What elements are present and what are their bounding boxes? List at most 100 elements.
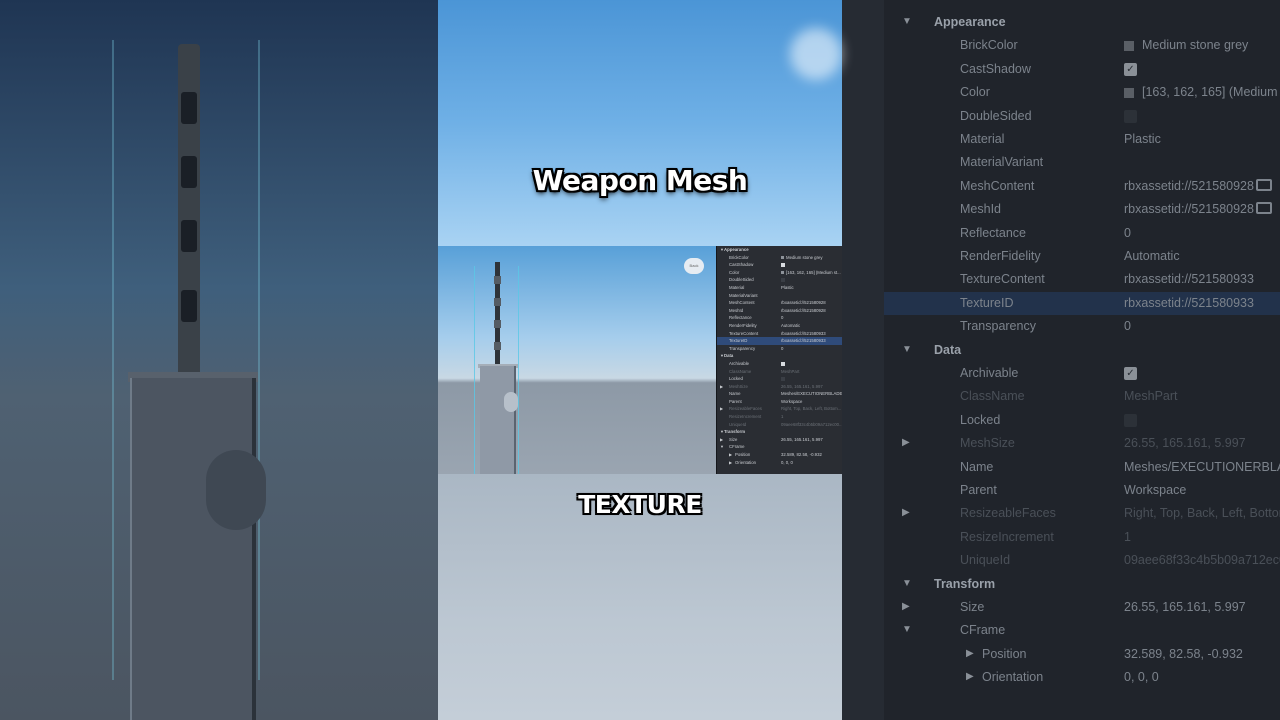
property-row-doublesided[interactable]: DoubleSided xyxy=(884,105,1280,128)
property-row-renderfidelity[interactable]: RenderFidelity Automatic xyxy=(884,245,1280,268)
folder-icon[interactable] xyxy=(1256,202,1272,215)
collapse-arrow-icon[interactable]: ▼ xyxy=(902,344,912,355)
property-row-meshsize[interactable]: ▶ MeshSize 26.55, 165.161, 5.997 xyxy=(717,383,842,391)
property-value[interactable]: Meshes/EXECUTIONERBLADE (1) xyxy=(1124,460,1280,474)
sword-blade[interactable] xyxy=(480,366,516,474)
expand-arrow-icon[interactable]: ▶ xyxy=(966,671,974,682)
property-value[interactable]: Workspace xyxy=(1124,483,1186,497)
property-row-renderfidelity[interactable]: RenderFidelity Automatic xyxy=(717,322,842,330)
property-row-size[interactable]: ▶ Size 26.55, 165.161, 5.997 xyxy=(717,436,842,444)
property-value[interactable]: MeshPart xyxy=(1124,389,1178,403)
property-value[interactable]: 26.55, 165.161, 5.997 xyxy=(781,437,823,442)
section-header-transform[interactable]: ▼ Transform xyxy=(884,573,1280,596)
property-value[interactable]: 09aee68f33c4b5b09a712ec00... xyxy=(1124,553,1280,567)
checkbox-checked-icon[interactable]: ✓ xyxy=(1124,63,1137,76)
property-row-castshadow[interactable]: CastShadow xyxy=(717,261,842,269)
checkbox-unchecked-icon[interactable] xyxy=(1124,109,1137,123)
property-value[interactable] xyxy=(1124,413,1137,427)
property-row-color[interactable]: Color [163, 162, 165] (Medium st... xyxy=(717,269,842,277)
section-header-appearance[interactable]: ▼ Appearance xyxy=(717,246,842,254)
property-row-cframe[interactable]: ▼ CFrame xyxy=(717,443,842,451)
expand-arrow-icon[interactable]: ▶ xyxy=(720,406,723,411)
property-value[interactable]: 09aee68f33c4b5b09a712ec00... xyxy=(781,422,842,427)
property-row-brickcolor[interactable]: BrickColor Medium stone grey xyxy=(717,254,842,262)
collapse-arrow-icon[interactable]: ▼ xyxy=(720,444,724,449)
property-row-meshid[interactable]: MeshId rbxassetid://521580928 xyxy=(884,198,1280,221)
checkbox-checked-icon[interactable] xyxy=(781,361,785,366)
property-row-castshadow[interactable]: CastShadow ✓ xyxy=(884,58,1280,81)
property-row-color[interactable]: Color [163, 162, 165] (Medium st... xyxy=(884,81,1280,104)
property-value[interactable] xyxy=(781,376,785,381)
property-row-orientation[interactable]: ▶ Orientation 0, 0, 0 xyxy=(884,666,1280,689)
property-value[interactable]: rbxassetid://521580928 xyxy=(1124,202,1254,216)
property-value[interactable]: rbxassetid://521580928 xyxy=(1124,179,1254,193)
expand-arrow-icon[interactable]: ▶ xyxy=(720,437,723,442)
property-value[interactable]: [163, 162, 165] (Medium st... xyxy=(1124,85,1280,99)
property-value[interactable]: rbxassetid://521580933 xyxy=(1124,296,1254,310)
property-row-textureid[interactable]: TextureID rbxassetid://521580933 xyxy=(717,337,842,345)
property-value[interactable] xyxy=(781,277,785,283)
property-value[interactable]: Right, Top, Back, Left, Bottom... xyxy=(1124,506,1280,520)
property-value[interactable]: 0 xyxy=(1124,319,1131,333)
property-value[interactable]: MeshPart xyxy=(781,369,799,374)
property-row-classname[interactable]: ClassName MeshPart xyxy=(884,385,1280,408)
view-badge[interactable]: Back xyxy=(684,258,704,274)
property-row-uniqueid[interactable]: UniqueId 09aee68f33c4b5b09a712ec00... xyxy=(884,549,1280,572)
property-row-classname[interactable]: ClassName MeshPart xyxy=(717,368,842,376)
checkbox-checked-icon[interactable] xyxy=(781,263,785,268)
property-row-orientation[interactable]: ▶ Orientation 0, 0, 0 xyxy=(717,459,842,467)
property-row-locked[interactable]: Locked xyxy=(717,375,842,383)
section-header-transform[interactable]: ▼ Transform xyxy=(717,428,842,436)
property-row-brickcolor[interactable]: BrickColor Medium stone grey xyxy=(884,34,1280,57)
property-row-resizeablefaces[interactable]: ▶ ResizeableFaces Right, Top, Back, Left, … xyxy=(884,502,1280,525)
property-row-parent[interactable]: Parent Workspace xyxy=(884,479,1280,502)
checkbox-unchecked-icon[interactable] xyxy=(1124,414,1137,427)
property-value[interactable]: Plastic xyxy=(781,285,794,290)
property-value[interactable]: [163, 162, 165] (Medium st... xyxy=(781,270,841,275)
property-value[interactable]: 0, 0, 0 xyxy=(1124,670,1159,684)
property-value[interactable]: 1 xyxy=(1124,530,1131,544)
property-row-transparency[interactable]: Transparency 0 xyxy=(717,345,842,353)
property-row-doublesided[interactable]: DoubleSided xyxy=(717,276,842,284)
property-value[interactable]: 0 xyxy=(1124,226,1131,240)
property-row-material[interactable]: Material Plastic xyxy=(884,128,1280,151)
property-value[interactable]: rbxassetid://521580933 xyxy=(781,338,826,343)
property-value[interactable]: rbxassetid://521580933 xyxy=(781,331,826,336)
collapse-arrow-icon[interactable]: ▼ xyxy=(902,578,912,589)
collapse-arrow-icon[interactable]: ▼ xyxy=(902,624,912,635)
property-value[interactable]: Automatic xyxy=(781,323,800,328)
property-value[interactable]: 32.589, 82.58, -0.932 xyxy=(781,452,822,457)
property-value[interactable]: Workspace xyxy=(781,399,802,404)
property-value[interactable]: Automatic xyxy=(1124,249,1180,263)
expand-arrow-icon[interactable]: ▶ xyxy=(902,601,910,612)
property-row-parent[interactable]: Parent Workspace xyxy=(717,398,842,406)
expand-arrow-icon[interactable]: ▶ xyxy=(902,507,910,518)
property-row-textureid[interactable]: TextureID rbxassetid://521580933 xyxy=(884,291,1280,315)
property-row-resizeincrement[interactable]: ResizeIncrement 1 xyxy=(884,526,1280,549)
expand-arrow-icon[interactable]: ▶ xyxy=(729,452,732,457)
property-value[interactable]: ✓ xyxy=(1124,62,1137,76)
property-row-texturecontent[interactable]: TextureContent rbxassetid://521580933 xyxy=(717,330,842,338)
property-value[interactable]: 26.55, 165.161, 5.997 xyxy=(781,384,823,389)
property-row-transparency[interactable]: Transparency 0 xyxy=(884,315,1280,338)
expand-arrow-icon[interactable]: ▶ xyxy=(966,648,974,659)
section-header-data[interactable]: ▼ Data xyxy=(717,352,842,360)
property-value[interactable] xyxy=(781,361,785,366)
checkbox-unchecked-icon[interactable] xyxy=(781,376,785,381)
property-value[interactable]: 1 xyxy=(781,414,783,419)
expand-arrow-icon[interactable]: ▶ xyxy=(720,384,723,389)
property-row-position[interactable]: ▶ Position 32.589, 82.58, -0.932 xyxy=(717,451,842,459)
property-row-archivable[interactable]: Archivable ✓ xyxy=(884,362,1280,385)
property-row-cframe[interactable]: ▼ CFrame xyxy=(884,619,1280,642)
property-row-name[interactable]: Name Meshes/EXECUTIONERBLADE (1) xyxy=(717,390,842,398)
expand-arrow-icon[interactable]: ▶ xyxy=(902,437,910,448)
property-value[interactable]: 32.589, 82.58, -0.932 xyxy=(1124,647,1243,661)
property-value[interactable]: 0 xyxy=(781,315,783,320)
property-row-locked[interactable]: Locked xyxy=(884,409,1280,432)
collapse-arrow-icon[interactable]: ▼ xyxy=(902,16,912,27)
property-row-meshcontent[interactable]: MeshContent rbxassetid://521580928 xyxy=(717,299,842,307)
studio-viewport[interactable]: Back xyxy=(438,246,716,474)
property-value[interactable] xyxy=(781,262,785,268)
property-value[interactable]: Right, Top, Back, Left, Bottom... xyxy=(781,406,841,411)
expand-arrow-icon[interactable]: ▶ xyxy=(729,460,732,465)
